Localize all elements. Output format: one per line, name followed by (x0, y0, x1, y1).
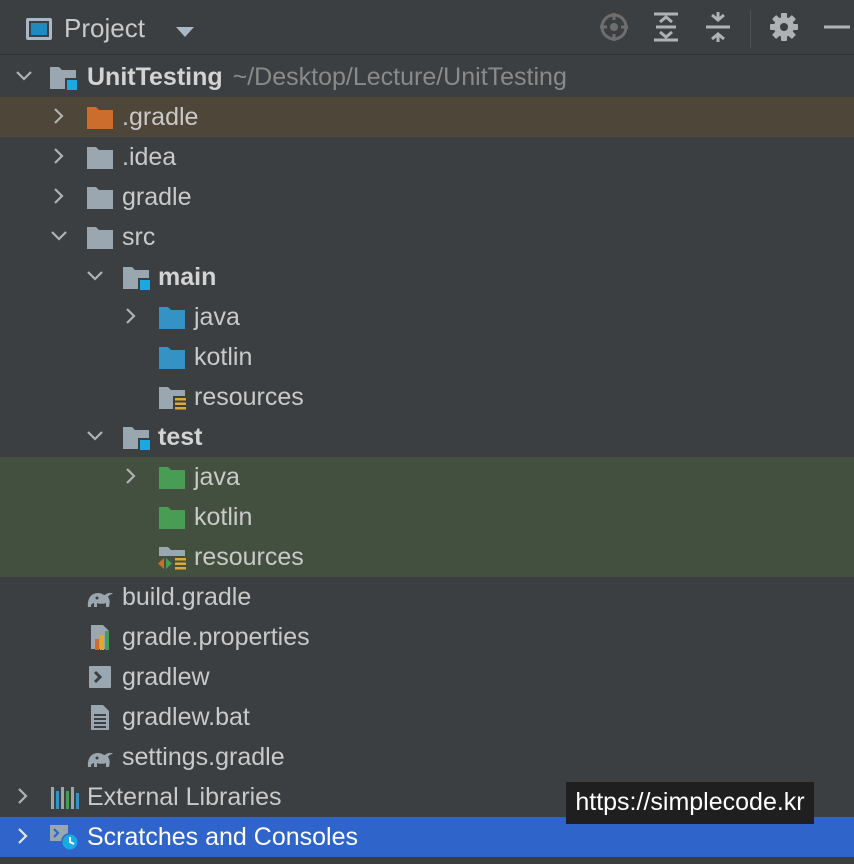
expand-all-icon[interactable] (649, 10, 683, 44)
chevron-right-icon[interactable] (50, 107, 68, 125)
tree-item-label: test (158, 423, 203, 451)
folder-icon (87, 227, 113, 249)
tree-item-label: UnitTesting (87, 63, 223, 91)
source-folder-icon (159, 347, 185, 369)
properties-file-icon (91, 625, 109, 650)
chevron-right-icon[interactable] (122, 467, 140, 485)
source-folder-icon (159, 307, 185, 329)
tree-item-build-gradle[interactable]: build.gradle (0, 577, 854, 617)
tree-item-main-resources[interactable]: resources (0, 377, 854, 417)
tree-item-label: src (122, 223, 156, 251)
module-folder-icon (123, 267, 151, 291)
tree-item-main-kotlin[interactable]: kotlin (0, 337, 854, 377)
tree-item-settings-gradle[interactable]: settings.gradle (0, 737, 854, 777)
gradle-elephant-icon (87, 592, 113, 607)
chevron-right-icon[interactable] (122, 307, 140, 325)
tree-item-src[interactable]: src (0, 217, 854, 257)
hide-icon[interactable] (820, 10, 854, 44)
test-resources-folder-icon (157, 547, 187, 571)
watermark-url: https://simplecode.kr (566, 782, 814, 824)
scratches-icon (50, 825, 79, 851)
module-folder-icon (123, 427, 151, 451)
tree-item-gradle-properties[interactable]: gradle.properties (0, 617, 854, 657)
tree-item-label: .gradle (122, 103, 199, 131)
tree-item-gradlew[interactable]: gradlew (0, 657, 854, 697)
tree-item-label: External Libraries (87, 783, 282, 811)
folder-icon (87, 187, 113, 209)
shell-script-icon (89, 666, 111, 688)
gradle-elephant-icon (87, 752, 113, 767)
module-folder-icon (50, 67, 78, 91)
tree-item-label: settings.gradle (122, 743, 285, 771)
tree-item-label: gradle.properties (122, 623, 310, 651)
chevron-right-icon[interactable] (50, 147, 68, 165)
project-tool-window-header: Project (0, 0, 854, 55)
tree-item-main-java[interactable]: java (0, 297, 854, 337)
header-separator (750, 10, 751, 48)
tree-item-label: java (194, 303, 240, 331)
chevron-down-icon[interactable] (86, 267, 104, 285)
chevron-right-icon[interactable] (50, 187, 68, 205)
tree-item-main[interactable]: main (0, 257, 854, 297)
resources-folder-icon (159, 387, 187, 411)
chevron-right-icon[interactable] (14, 827, 32, 845)
tree-item-label: kotlin (194, 343, 253, 371)
tree-item-test-resources[interactable]: resources (0, 537, 854, 577)
tree-item-idea[interactable]: .idea (0, 137, 854, 177)
tree-item-path: ~/Desktop/Lecture/UnitTesting (232, 63, 567, 91)
tree-item-gradlew-bat[interactable]: gradlew.bat (0, 697, 854, 737)
libraries-icon (51, 787, 79, 809)
gear-icon[interactable] (767, 10, 801, 44)
view-selector-label[interactable]: Project (64, 13, 145, 44)
tree-item-label: build.gradle (122, 583, 252, 611)
chevron-down-icon[interactable] (15, 67, 33, 85)
text-file-icon (91, 705, 109, 730)
tree-item-test-kotlin[interactable]: kotlin (0, 497, 854, 537)
tree-item-label: java (194, 463, 240, 491)
test-folder-icon (159, 507, 185, 529)
view-selector-dropdown-icon[interactable] (176, 27, 194, 37)
project-window-icon (26, 18, 52, 40)
tree-item-label: main (158, 263, 217, 291)
tree-item-test[interactable]: test (0, 417, 854, 457)
tree-item-label: resources (194, 543, 304, 571)
tree-item-label: .idea (122, 143, 177, 171)
locate-file-icon[interactable] (597, 10, 631, 44)
chevron-right-icon[interactable] (14, 787, 32, 805)
tree-item-label: gradle (122, 183, 192, 211)
chevron-down-icon[interactable] (50, 227, 68, 245)
tree-item-label: gradlew.bat (122, 703, 250, 731)
tree-item-label: gradlew (122, 663, 210, 691)
tree-item-test-java[interactable]: java (0, 457, 854, 497)
tree-item-gradle[interactable]: gradle (0, 177, 854, 217)
tree-item-label: resources (194, 383, 304, 411)
chevron-down-icon[interactable] (86, 427, 104, 445)
tree-item-unittesting[interactable]: UnitTesting ~/Desktop/Lecture/UnitTesting (0, 57, 854, 97)
tree-item-label: Scratches and Consoles (87, 823, 358, 851)
folder-icon (87, 147, 113, 169)
tree-item-label: kotlin (194, 503, 253, 531)
collapse-all-icon[interactable] (701, 10, 735, 44)
folder-orange-icon (87, 107, 113, 129)
tree-item-gradle-cache[interactable]: .gradle (0, 97, 854, 137)
test-folder-icon (159, 467, 185, 489)
